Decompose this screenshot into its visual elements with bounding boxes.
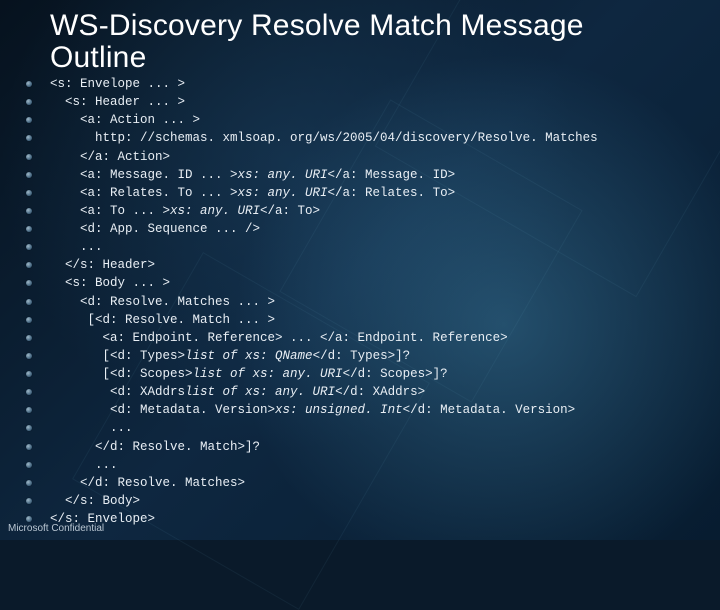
code-line: <d: App. Sequence ... /> bbox=[50, 220, 700, 238]
code-line: [<d: Resolve. Match ... > bbox=[50, 311, 700, 329]
code-text: <d: XAddrs bbox=[50, 385, 185, 399]
code-text: </a: Message. ID> bbox=[328, 168, 456, 182]
code-text: <a: Relates. To ... > bbox=[50, 186, 238, 200]
code-text: </a: Action> bbox=[50, 150, 170, 164]
slide-title: WS-Discovery Resolve Match Message Outli… bbox=[50, 10, 700, 73]
code-line: <d: XAddrslist of xs: any. URI</d: XAddr… bbox=[50, 383, 700, 401]
code-line: http: //schemas. xmlsoap. org/ws/2005/04… bbox=[50, 129, 700, 147]
code-line: ... bbox=[50, 238, 700, 256]
code-line: <s: Envelope ... > bbox=[50, 75, 700, 93]
code-text: <a: To ... > bbox=[50, 204, 170, 218]
code-text: <s: Header ... > bbox=[50, 95, 185, 109]
code-text: [<d: Scopes> bbox=[50, 367, 193, 381]
code-italic: list of xs: QName bbox=[185, 349, 313, 363]
code-line: ... bbox=[50, 456, 700, 474]
code-italic: xs: any. URI bbox=[238, 168, 328, 182]
code-text: [<d: Resolve. Match ... > bbox=[50, 313, 275, 327]
code-italic: list of xs: any. URI bbox=[193, 367, 343, 381]
code-text: </d: Types>]? bbox=[313, 349, 411, 363]
code-text: <s: Envelope ... > bbox=[50, 77, 185, 91]
code-text: </d: Metadata. Version> bbox=[403, 403, 576, 417]
code-text: </d: Resolve. Matches> bbox=[50, 476, 245, 490]
code-text: <s: Body ... > bbox=[50, 276, 170, 290]
code-text: </d: Resolve. Match>]? bbox=[50, 440, 260, 454]
code-text: ... bbox=[50, 240, 103, 254]
code-line: </d: Resolve. Match>]? bbox=[50, 438, 700, 456]
code-line: </s: Envelope> bbox=[50, 510, 700, 528]
code-line: <s: Header ... > bbox=[50, 93, 700, 111]
code-text: </s: Body> bbox=[50, 494, 140, 508]
code-line: <a: Message. ID ... >xs: any. URI</a: Me… bbox=[50, 166, 700, 184]
code-line: </a: Action> bbox=[50, 148, 700, 166]
title-line1: WS-Discovery Resolve Match Message bbox=[50, 9, 584, 42]
code-text: </a: Relates. To> bbox=[328, 186, 456, 200]
code-line: <a: Action ... > bbox=[50, 111, 700, 129]
code-text: </d: XAddrs> bbox=[335, 385, 425, 399]
footer-label: Microsoft Confidential bbox=[8, 523, 104, 534]
code-text: [<d: Types> bbox=[50, 349, 185, 363]
code-text: ... bbox=[50, 421, 133, 435]
code-italic: xs: any. URI bbox=[238, 186, 328, 200]
code-italic: xs: any. URI bbox=[170, 204, 260, 218]
code-line: <d: Metadata. Version>xs: unsigned. Int<… bbox=[50, 401, 700, 419]
code-text: <a: Action ... > bbox=[50, 113, 200, 127]
code-text: </s: Header> bbox=[50, 258, 155, 272]
code-text: <d: Resolve. Matches ... > bbox=[50, 295, 275, 309]
code-line: <a: Endpoint. Reference> ... </a: Endpoi… bbox=[50, 329, 700, 347]
code-text: </a: To> bbox=[260, 204, 320, 218]
code-line: <a: To ... >xs: any. URI</a: To> bbox=[50, 202, 700, 220]
code-line: ... bbox=[50, 419, 700, 437]
code-outline: <s: Envelope ... > <s: Header ... > <a: … bbox=[50, 75, 700, 528]
code-text: http: //schemas. xmlsoap. org/ws/2005/04… bbox=[50, 131, 598, 145]
code-text: <a: Endpoint. Reference> ... </a: Endpoi… bbox=[50, 331, 508, 345]
code-line: <a: Relates. To ... >xs: any. URI</a: Re… bbox=[50, 184, 700, 202]
code-text: <a: Message. ID ... > bbox=[50, 168, 238, 182]
title-line2: Outline bbox=[50, 41, 146, 74]
code-line: </d: Resolve. Matches> bbox=[50, 474, 700, 492]
code-italic: xs: unsigned. Int bbox=[275, 403, 403, 417]
slide-content: WS-Discovery Resolve Match Message Outli… bbox=[0, 0, 720, 540]
code-text: <d: App. Sequence ... /> bbox=[50, 222, 260, 236]
code-line: </s: Body> bbox=[50, 492, 700, 510]
code-line: [<d: Scopes>list of xs: any. URI</d: Sco… bbox=[50, 365, 700, 383]
code-line: <d: Resolve. Matches ... > bbox=[50, 293, 700, 311]
code-italic: list of xs: any. URI bbox=[185, 385, 335, 399]
code-line: </s: Header> bbox=[50, 256, 700, 274]
code-line: [<d: Types>list of xs: QName</d: Types>]… bbox=[50, 347, 700, 365]
code-text: <d: Metadata. Version> bbox=[50, 403, 275, 417]
code-text: </d: Scopes>]? bbox=[343, 367, 448, 381]
code-text: ... bbox=[50, 458, 118, 472]
code-line: <s: Body ... > bbox=[50, 274, 700, 292]
